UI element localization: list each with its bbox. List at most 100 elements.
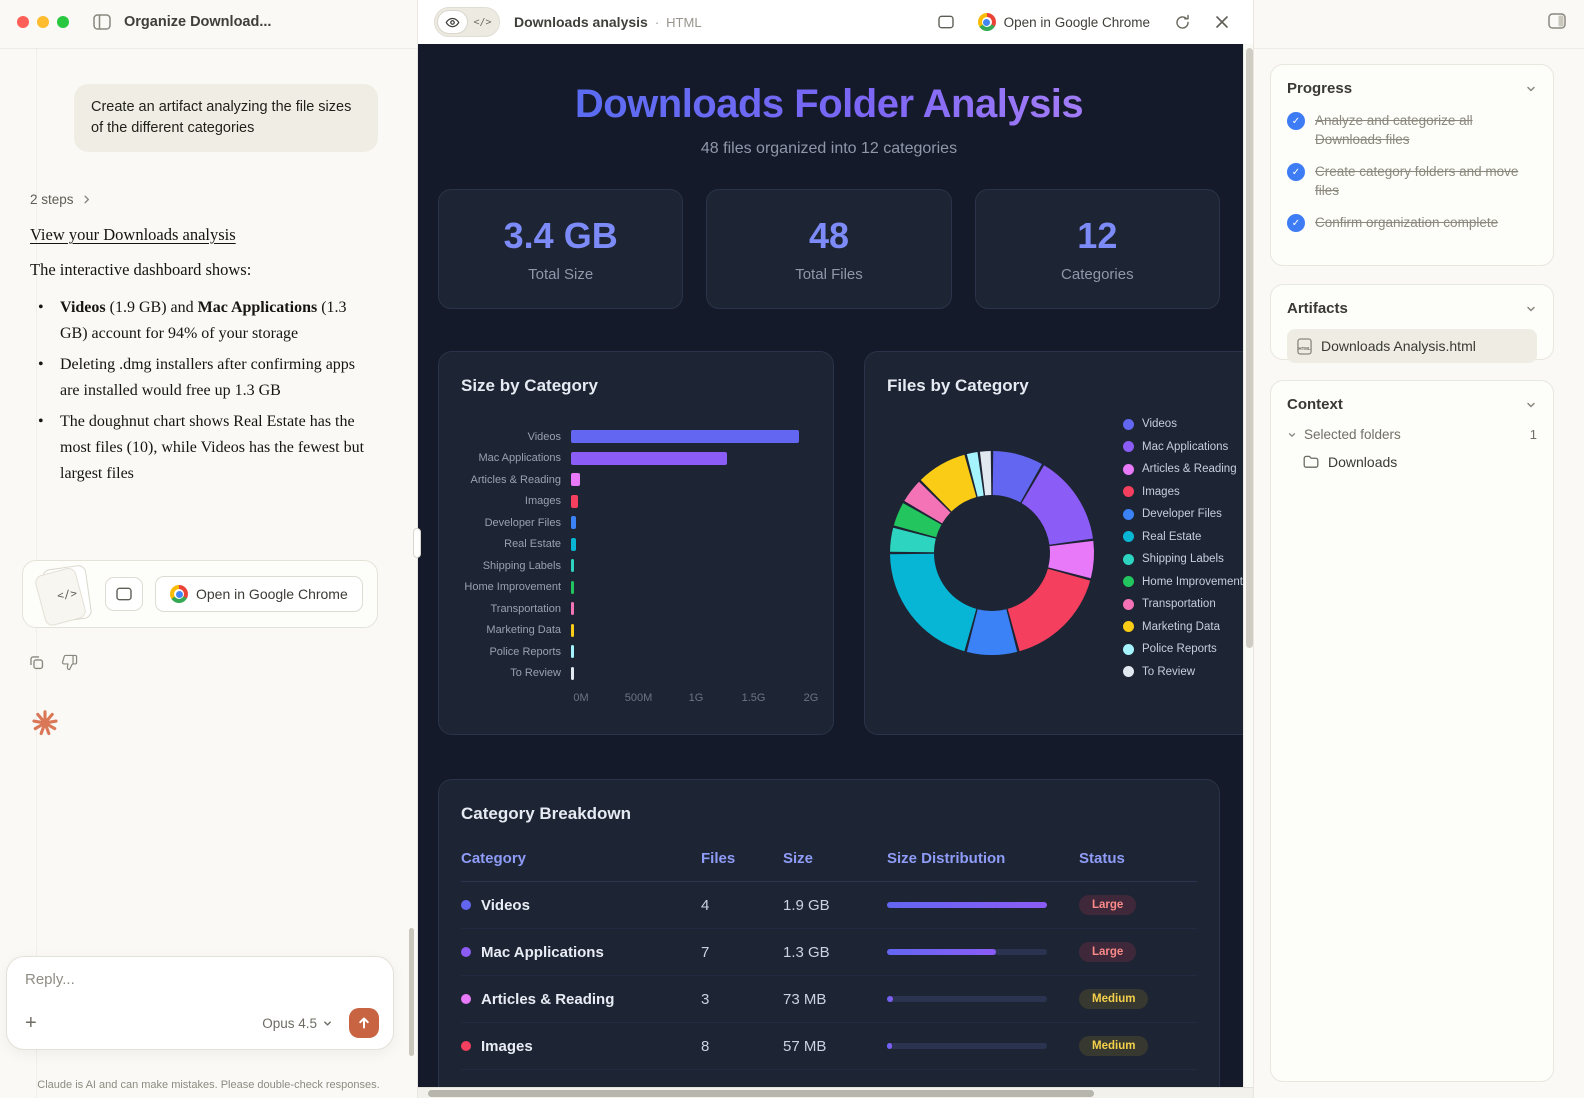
open-in-chrome-label: Open in Google Chrome xyxy=(196,586,348,602)
title-separator: · xyxy=(655,15,659,30)
artifact-vertical-scrollbar[interactable] xyxy=(1243,44,1254,1087)
artifact-link[interactable]: View your Downloads analysis xyxy=(30,225,236,245)
table-header-cell: Size xyxy=(783,850,887,867)
bar-fill xyxy=(571,559,574,572)
bullet-item: Videos (1.9 GB) and Mac Applications (1.… xyxy=(30,295,370,347)
axis-tick-label: 1G xyxy=(689,692,704,704)
chart-title: Files by Category xyxy=(887,376,1243,396)
legend-dot xyxy=(1123,464,1134,475)
open-in-chrome-button[interactable]: Open in Google Chrome xyxy=(155,576,363,612)
panel-resize-handle[interactable] xyxy=(413,528,421,558)
artifact-file-name: Downloads Analysis.html xyxy=(1321,338,1476,354)
code-file-icon: </> xyxy=(41,564,92,624)
bar-track xyxy=(571,667,811,680)
open-in-chrome-button[interactable]: Open in Google Chrome xyxy=(978,13,1150,31)
axis-tick-label: 500M xyxy=(625,692,653,704)
zoom-window-button[interactable] xyxy=(57,16,69,28)
category-name: Images xyxy=(481,1038,533,1055)
close-artifact-button[interactable] xyxy=(1215,15,1229,29)
model-name: Opus 4.5 xyxy=(262,1016,317,1031)
bar-row: Developer Files xyxy=(461,512,811,534)
selected-folders-row[interactable]: Selected folders 1 xyxy=(1287,427,1537,442)
bar-label: Real Estate xyxy=(461,538,571,550)
dashboard-subtitle: 48 files organized into 12 categories xyxy=(438,140,1220,158)
html-icon-label: HTML xyxy=(1299,345,1311,350)
artifacts-section: Artifacts HTML Downloads Analysis.html xyxy=(1270,284,1554,360)
preview-toggle-button[interactable] xyxy=(437,10,468,34)
distribution-cell xyxy=(887,902,1079,908)
stat-value: 48 xyxy=(809,215,849,257)
size-cell: 73 MB xyxy=(783,991,887,1008)
window-icon xyxy=(938,15,954,29)
progress-header[interactable]: Progress xyxy=(1287,80,1537,97)
table-row: Articles & Reading373 MBMedium xyxy=(461,976,1197,1023)
chevron-down-icon xyxy=(1287,430,1297,440)
chat-panel: Organize Download... Create an artifact … xyxy=(0,0,417,1098)
legend-label: Home Improvement xyxy=(1142,576,1243,588)
response-bullets: Videos (1.9 GB) and Mac Applications (1.… xyxy=(30,295,370,492)
bar-fill xyxy=(571,430,799,443)
refresh-button[interactable] xyxy=(1174,14,1191,31)
chevron-down-icon xyxy=(322,1018,333,1029)
category-cell: Videos xyxy=(461,897,701,914)
legend-dot xyxy=(1123,599,1134,610)
minimize-window-button[interactable] xyxy=(37,16,49,28)
doughnut-segment xyxy=(890,554,976,651)
bar-fill xyxy=(571,667,574,680)
bar-row: Mac Applications xyxy=(461,448,811,470)
files-cell: 3 xyxy=(701,991,783,1008)
chat-titlebar: Organize Download... xyxy=(0,0,417,44)
legend-dot xyxy=(1123,531,1134,542)
bar-label: Home Improvement xyxy=(461,581,571,593)
copy-button[interactable] xyxy=(28,654,45,671)
open-in-window-button[interactable] xyxy=(105,577,143,611)
artifact-preview-card[interactable]: </> Open in Google Chrome xyxy=(22,560,378,628)
legend-dot xyxy=(1123,419,1134,430)
scrollbar-thumb[interactable] xyxy=(428,1090,1094,1097)
progress-section: Progress ✓Analyze and categorize all Dow… xyxy=(1270,64,1554,266)
open-in-window-button[interactable] xyxy=(938,15,954,29)
bar-row: Shipping Labels xyxy=(461,555,811,577)
selected-folders-label: Selected folders xyxy=(1304,427,1401,442)
legend-dot xyxy=(1123,554,1134,565)
sidebar-toggle-icon[interactable] xyxy=(93,14,111,30)
bullet-bold-text: Videos xyxy=(60,299,106,316)
legend-label: Transportation xyxy=(1142,598,1216,610)
view-toggle: </> xyxy=(434,7,500,37)
legend-item: Marketing Data xyxy=(1123,621,1243,633)
reply-input[interactable] xyxy=(25,971,375,988)
thumbs-down-button[interactable] xyxy=(61,654,78,671)
model-selector[interactable]: Opus 4.5 xyxy=(262,1016,333,1031)
code-toggle-button[interactable]: </> xyxy=(468,10,497,34)
artifacts-header[interactable]: Artifacts xyxy=(1287,300,1537,317)
scrollbar-thumb[interactable] xyxy=(1246,48,1253,648)
artifact-horizontal-scrollbar[interactable] xyxy=(418,1087,1254,1098)
context-folder-item[interactable]: Downloads xyxy=(1303,454,1537,470)
artifact-file-item[interactable]: HTML Downloads Analysis.html xyxy=(1287,329,1537,363)
bullet-text: (1.9 GB) and xyxy=(106,299,198,316)
files-cell: 8 xyxy=(701,1038,783,1055)
files-legend: VideosMac ApplicationsArticles & Reading… xyxy=(1123,418,1243,678)
doughnut-content: VideosMac ApplicationsArticles & Reading… xyxy=(887,404,1243,678)
table-header-cell: Status xyxy=(1079,850,1197,867)
context-header[interactable]: Context xyxy=(1287,396,1537,413)
folder-icon xyxy=(1303,455,1319,469)
chat-scrollbar[interactable] xyxy=(409,928,414,1056)
legend-item: Videos xyxy=(1123,418,1243,430)
steps-toggle[interactable]: 2 steps xyxy=(30,192,92,207)
panel-toggle-icon[interactable] xyxy=(1548,13,1566,29)
add-attachment-button[interactable]: + xyxy=(25,1013,37,1033)
bar-label: Police Reports xyxy=(461,646,571,658)
close-window-button[interactable] xyxy=(17,16,29,28)
stat-value: 3.4 GB xyxy=(504,215,618,257)
context-title: Context xyxy=(1287,396,1343,413)
send-button[interactable] xyxy=(349,1008,379,1038)
guide-line xyxy=(1254,48,1584,49)
bar-track xyxy=(571,538,811,551)
close-icon xyxy=(1215,15,1229,29)
steps-label: 2 steps xyxy=(30,192,74,207)
artifact-title-group: Downloads analysis · HTML xyxy=(514,14,702,30)
artifact-type: HTML xyxy=(666,15,701,30)
bar-row: To Review xyxy=(461,663,811,685)
bar-label: Mac Applications xyxy=(461,452,571,464)
